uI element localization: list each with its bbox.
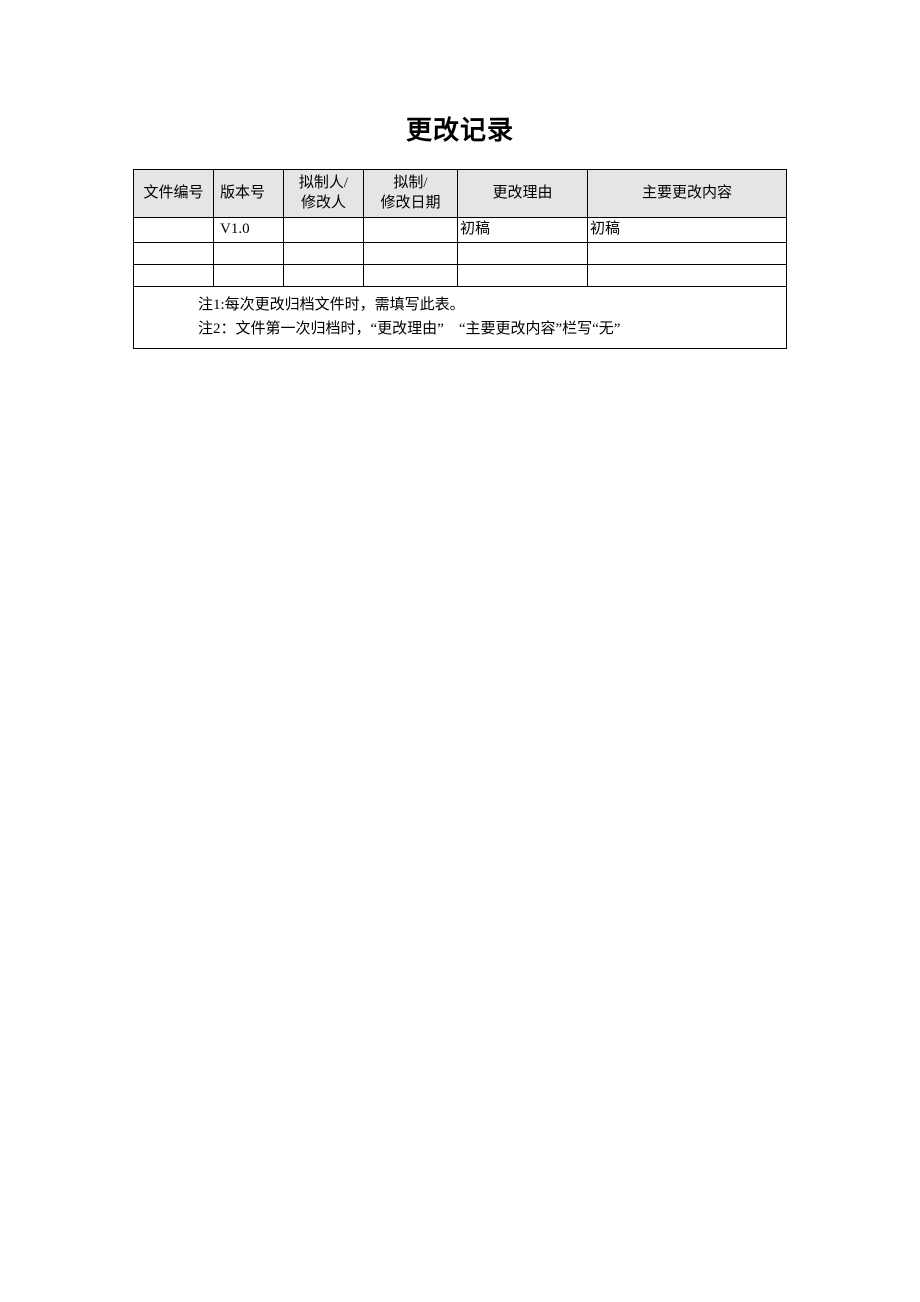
cell-version: V1.0 (214, 218, 284, 243)
header-version: 版本号 (214, 170, 284, 218)
cell-author (284, 218, 364, 243)
header-author: 拟制人/ 修改人 (284, 170, 364, 218)
note-2: 注2：文件第一次归档时，“更改理由” “主要更改内容”栏写“无” (138, 317, 782, 342)
header-reason: 更改理由 (458, 170, 588, 218)
notes-row: 注1:每次更改归档文件时，需填写此表。 注2：文件第一次归档时，“更改理由” “… (134, 286, 787, 349)
change-record-table-wrap: 文件编号 版本号 拟制人/ 修改人 拟制/ 修改日期 更改理由 主要更改内容 V… (133, 169, 787, 349)
cell-author (284, 242, 364, 264)
table-header-row: 文件编号 版本号 拟制人/ 修改人 拟制/ 修改日期 更改理由 主要更改内容 (134, 170, 787, 218)
cell-date (364, 218, 458, 243)
header-date-line2: 修改日期 (368, 194, 453, 214)
table-row: V1.0 初稿 初稿 (134, 218, 787, 243)
header-date: 拟制/ 修改日期 (364, 170, 458, 218)
cell-reason (458, 242, 588, 264)
cell-file-number (134, 242, 214, 264)
header-author-line2: 修改人 (288, 194, 359, 214)
table-row (134, 242, 787, 264)
cell-content: 初稿 (588, 218, 787, 243)
cell-reason (458, 264, 588, 286)
cell-version (214, 264, 284, 286)
cell-file-number (134, 264, 214, 286)
header-content: 主要更改内容 (588, 170, 787, 218)
change-record-table: 文件编号 版本号 拟制人/ 修改人 拟制/ 修改日期 更改理由 主要更改内容 V… (133, 169, 787, 349)
cell-content (588, 264, 787, 286)
table-row (134, 264, 787, 286)
cell-author (284, 264, 364, 286)
header-date-line1: 拟制/ (368, 174, 453, 194)
cell-file-number (134, 218, 214, 243)
note-1: 注1:每次更改归档文件时，需填写此表。 (138, 293, 782, 318)
cell-content (588, 242, 787, 264)
header-file-number: 文件编号 (134, 170, 214, 218)
cell-date (364, 264, 458, 286)
document-title: 更改记录 (0, 110, 920, 147)
cell-version (214, 242, 284, 264)
notes-cell: 注1:每次更改归档文件时，需填写此表。 注2：文件第一次归档时，“更改理由” “… (134, 286, 787, 349)
cell-reason: 初稿 (458, 218, 588, 243)
cell-date (364, 242, 458, 264)
header-author-line1: 拟制人/ (288, 174, 359, 194)
